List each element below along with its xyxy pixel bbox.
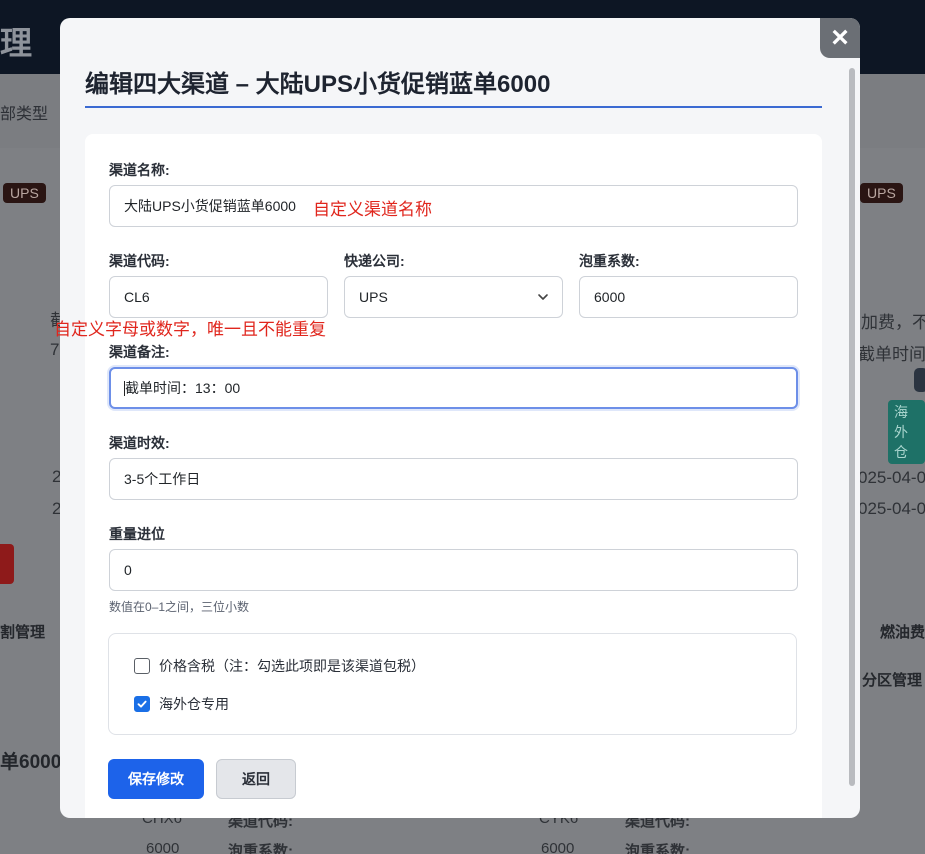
overseas-warehouse-label: 海外仓专用: [159, 696, 229, 712]
background-tag-overseas: 海外仓: [888, 400, 925, 464]
background-vol-label-mid: 泡重系数:: [228, 843, 293, 854]
background-vol-label-right: 泡重系数:: [625, 843, 690, 854]
edit-channel-modal: 编辑四大渠道 – 大陆UPS小货促销蓝单6000 渠道名称: 大陆UPS小货促销…: [60, 18, 860, 818]
channel-code-annotation: 自定义字母或数字，唯一且不能重复: [54, 320, 326, 339]
timeliness-label: 渠道时效:: [109, 435, 170, 451]
tax-included-checkbox[interactable]: [134, 658, 150, 674]
channel-code-input[interactable]: CL6: [109, 276, 328, 318]
volume-factor-value: 6000: [594, 289, 626, 305]
save-button[interactable]: 保存修改: [108, 759, 204, 799]
background-dark-pill: [914, 368, 925, 392]
remark-input[interactable]: 截单时间：13：00: [109, 367, 798, 409]
close-icon: ×: [831, 21, 849, 54]
modal-title: 编辑四大渠道 – 大陆UPS小货促销蓝单6000: [85, 71, 551, 98]
courier-label: 快递公司:: [344, 253, 405, 269]
courier-select[interactable]: UPS: [344, 276, 563, 318]
options-group: 价格含税（注：勾选此项即是该渠道包税） 海外仓专用: [108, 633, 797, 735]
weight-rounding-label: 重量进位: [109, 526, 165, 542]
channel-name-value: 大陆UPS小货促销蓝单6000: [124, 198, 296, 214]
channel-code-label: 渠道代码:: [109, 253, 170, 269]
modal-scrollbar-thumb[interactable]: [849, 68, 855, 786]
background-delete-button[interactable]: [0, 544, 14, 584]
close-button[interactable]: ×: [820, 18, 860, 58]
timeliness-value: 3-5个工作日: [124, 471, 201, 487]
weight-rounding-value: 0: [124, 562, 132, 578]
checkmark-icon: [137, 700, 147, 708]
background-vol-value-left: 6000: [146, 840, 180, 854]
volume-factor-label: 泡重系数:: [579, 253, 640, 269]
channel-name-annotation: 自定义渠道名称: [313, 200, 432, 219]
background-tag-ups-left: UPS: [3, 183, 46, 203]
overseas-warehouse-option[interactable]: 海外仓专用: [134, 694, 229, 714]
volume-factor-input[interactable]: 6000: [579, 276, 798, 318]
chevron-down-icon: [538, 294, 548, 300]
channel-name-input[interactable]: 大陆UPS小货促销蓝单6000: [109, 185, 798, 227]
channel-code-value: CL6: [124, 289, 150, 305]
background-filter-label: 部类型: [0, 106, 49, 123]
weight-rounding-input[interactable]: 0: [109, 549, 798, 591]
background-zone-mgmt: 分区管理: [862, 672, 923, 689]
background-fuel-fee: 燃油费: [880, 624, 925, 641]
courier-value: UPS: [359, 289, 388, 305]
back-button[interactable]: 返回: [216, 759, 296, 799]
background-tag-ups-right: UPS: [860, 183, 903, 203]
channel-name-label: 渠道名称:: [109, 162, 170, 178]
background-page-title: 理: [0, 25, 33, 61]
modal-title-divider: [85, 106, 822, 108]
background-card-title: 单6000: [0, 752, 62, 773]
background-vol-value-mid: 6000: [541, 840, 575, 854]
tax-included-option[interactable]: 价格含税（注：勾选此项即是该渠道包税）: [134, 656, 425, 676]
weight-rounding-help: 数值在0–1之间，三位小数: [109, 600, 250, 614]
background-date-right-1: 025-04-01: [858, 468, 925, 487]
remark-label: 渠道备注:: [109, 344, 170, 360]
tax-included-label: 价格含税（注：勾选此项即是该渠道包税）: [159, 658, 425, 674]
overseas-warehouse-checkbox[interactable]: [134, 696, 150, 712]
background-text-right-1: 加费，不: [861, 313, 925, 332]
remark-value: 截单时间：13：00: [125, 380, 241, 396]
background-mgmt-left: 割管理: [0, 624, 46, 641]
background-text-right-2: 截单时间1: [858, 345, 925, 364]
background-date-right-2: 025-04-01: [858, 499, 925, 518]
timeliness-input[interactable]: 3-5个工作日: [109, 458, 798, 500]
